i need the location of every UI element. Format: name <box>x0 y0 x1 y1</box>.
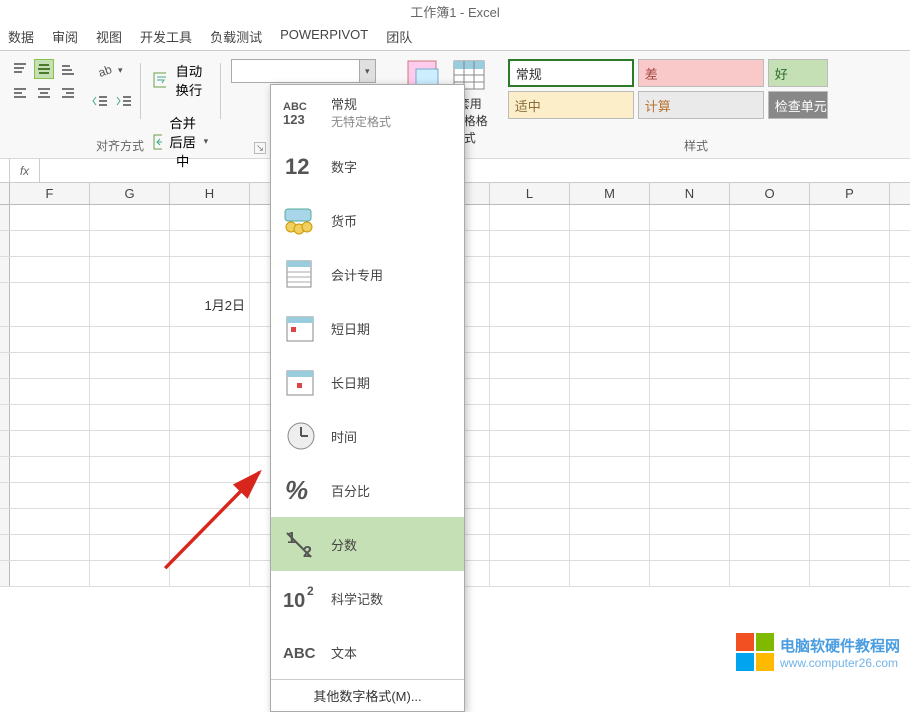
style-medium[interactable]: 适中 <box>508 91 634 119</box>
align-top-button[interactable] <box>10 59 30 79</box>
scientific-icon: 102 <box>281 579 321 617</box>
format-scientific[interactable]: 102 科学记数 <box>271 571 464 625</box>
style-check[interactable]: 检查单元 <box>768 91 828 119</box>
select-all-corner[interactable] <box>0 183 10 204</box>
tab-powerpivot[interactable]: POWERPIVOT <box>280 27 368 46</box>
short-date-icon <box>281 309 321 347</box>
col-header-O[interactable]: O <box>730 183 810 204</box>
more-number-formats[interactable]: 其他数字格式(M)... <box>271 679 464 711</box>
chevron-down-icon[interactable]: ▾ <box>359 60 375 82</box>
text-icon: ABC <box>281 633 321 671</box>
wrap-text-label: 自动换行 <box>170 61 209 99</box>
merge-center-label: 合并后居中 <box>166 113 200 170</box>
watermark-logo-icon <box>736 633 774 671</box>
general-icon: ABC123 <box>281 93 321 131</box>
orientation-button[interactable]: ab ▾ <box>90 59 134 81</box>
col-header-P[interactable]: P <box>810 183 890 204</box>
col-header-F[interactable]: F <box>10 183 90 204</box>
format-number[interactable]: 12 数字 <box>271 139 464 193</box>
tab-team[interactable]: 团队 <box>386 27 412 46</box>
time-icon <box>281 417 321 455</box>
svg-text:10: 10 <box>283 590 305 612</box>
format-short-date[interactable]: 短日期 <box>271 301 464 355</box>
format-general[interactable]: ABC123 常规 无特定格式 <box>271 85 464 139</box>
fx-label[interactable]: fx <box>10 159 40 182</box>
accounting-icon <box>281 255 321 293</box>
merge-center-button[interactable]: 合并后居中 ▾ <box>147 111 215 172</box>
fraction-icon: 12 <box>281 525 321 563</box>
number-icon: 12 <box>281 147 321 185</box>
tab-developer[interactable]: 开发工具 <box>140 27 192 46</box>
style-normal[interactable]: 常规 <box>508 59 634 87</box>
align-right-icon <box>61 86 75 100</box>
alignment-group-label: 对齐方式 <box>96 137 144 154</box>
wrap-text-icon <box>153 72 166 88</box>
window-title: 工作簿1 - Excel <box>410 5 500 20</box>
orientation-icon: ab <box>96 61 114 79</box>
increase-indent-button[interactable] <box>114 91 134 111</box>
wrap-text-button[interactable]: 自动换行 <box>147 59 215 101</box>
decrease-indent-button[interactable] <box>90 91 110 111</box>
format-text[interactable]: ABC 文本 <box>271 625 464 679</box>
alignment-dialog-launcher[interactable]: ↘ <box>254 142 266 154</box>
col-header-N[interactable]: N <box>650 183 730 204</box>
align-left-icon <box>13 86 27 100</box>
tab-data[interactable]: 数据 <box>8 27 34 46</box>
align-top-icon <box>13 62 27 76</box>
svg-text:%: % <box>285 475 308 505</box>
number-format-selector[interactable]: ▾ <box>231 59 376 83</box>
styles-group-label: 样式 <box>684 137 708 154</box>
watermark-url: www.computer26.com <box>780 656 900 670</box>
tab-view[interactable]: 视图 <box>96 27 122 46</box>
align-middle-icon <box>37 62 51 76</box>
svg-text:123: 123 <box>283 112 305 126</box>
align-left-button[interactable] <box>10 83 30 103</box>
watermark: 电脑软硬件教程网 www.computer26.com <box>736 633 900 671</box>
align-bottom-icon <box>61 62 75 76</box>
align-center-icon <box>37 86 51 100</box>
format-percentage[interactable]: % 百分比 <box>271 463 464 517</box>
align-bottom-button[interactable] <box>58 59 78 79</box>
tab-review[interactable]: 审阅 <box>52 27 78 46</box>
fn-dropdown-icon[interactable] <box>0 159 10 182</box>
svg-text:2: 2 <box>303 544 312 561</box>
long-date-icon <box>281 363 321 401</box>
svg-text:ABC: ABC <box>283 645 316 662</box>
watermark-title: 电脑软硬件教程网 <box>780 635 900 656</box>
style-good[interactable]: 好 <box>768 59 828 87</box>
cell-H4[interactable]: 1月2日 <box>170 283 250 326</box>
tab-loadtest[interactable]: 负载测试 <box>210 27 262 46</box>
col-header-L[interactable]: L <box>490 183 570 204</box>
svg-text:ab: ab <box>96 62 114 79</box>
ribbon-tabs: 数据 审阅 视图 开发工具 负载测试 POWERPIVOT 团队 <box>0 23 910 51</box>
format-currency[interactable]: 货币 <box>271 193 464 247</box>
svg-text:2: 2 <box>307 584 314 598</box>
align-center-button[interactable] <box>34 83 54 103</box>
format-fraction[interactable]: 12 分数 <box>271 517 464 571</box>
svg-text:12: 12 <box>285 154 309 179</box>
merge-center-icon <box>153 134 162 150</box>
increase-indent-icon <box>116 94 132 108</box>
col-header-H[interactable]: H <box>170 183 250 204</box>
format-time[interactable]: 时间 <box>271 409 464 463</box>
style-calc[interactable]: 计算 <box>638 91 764 119</box>
format-long-date[interactable]: 长日期 <box>271 355 464 409</box>
decrease-indent-icon <box>92 94 108 108</box>
alignment-group <box>4 59 84 103</box>
format-accounting[interactable]: 会计专用 <box>271 247 464 301</box>
number-format-group: ▾ <box>227 59 380 83</box>
style-bad[interactable]: 差 <box>638 59 764 87</box>
col-header-M[interactable]: M <box>570 183 650 204</box>
col-header-G[interactable]: G <box>90 183 170 204</box>
align-middle-button[interactable] <box>34 59 54 79</box>
number-format-dropdown: ABC123 常规 无特定格式 12 数字 货币 会计专用 短日期 长日期 <box>270 84 465 712</box>
currency-icon <box>281 201 321 239</box>
align-right-button[interactable] <box>58 83 78 103</box>
styles-gallery: 常规 差 好 适中 计算 检查单元 <box>488 59 906 119</box>
title-bar: 工作簿1 - Excel <box>0 0 910 23</box>
percentage-icon: % <box>281 471 321 509</box>
